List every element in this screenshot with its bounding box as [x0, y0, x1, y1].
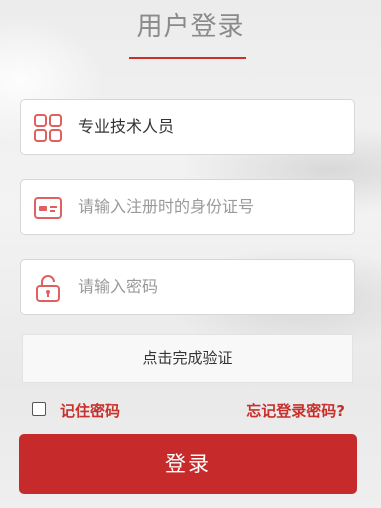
- title-underline: [129, 57, 246, 59]
- remember-checkbox[interactable]: [32, 402, 46, 416]
- background-image: [0, 0, 381, 508]
- password-field[interactable]: 请输入密码: [20, 259, 355, 315]
- id-number-field[interactable]: 请输入注册时的身份证号: [20, 179, 355, 235]
- id-card-icon: [33, 193, 63, 223]
- lock-icon: [33, 273, 63, 303]
- user-type-value: 专业技术人员: [78, 117, 175, 136]
- verify-button[interactable]: 点击完成验证: [22, 334, 353, 383]
- forgot-password-link[interactable]: 忘记登录密码?: [246, 400, 345, 421]
- user-type-select[interactable]: 专业技术人员: [20, 99, 355, 155]
- grid-icon: [33, 113, 63, 143]
- password-placeholder: 请输入密码: [78, 277, 159, 296]
- id-number-placeholder: 请输入注册时的身份证号: [78, 197, 255, 216]
- login-button[interactable]: 登录: [19, 434, 357, 494]
- page-title: 用户登录: [136, 12, 245, 42]
- remember-label[interactable]: 记住密码: [60, 400, 120, 421]
